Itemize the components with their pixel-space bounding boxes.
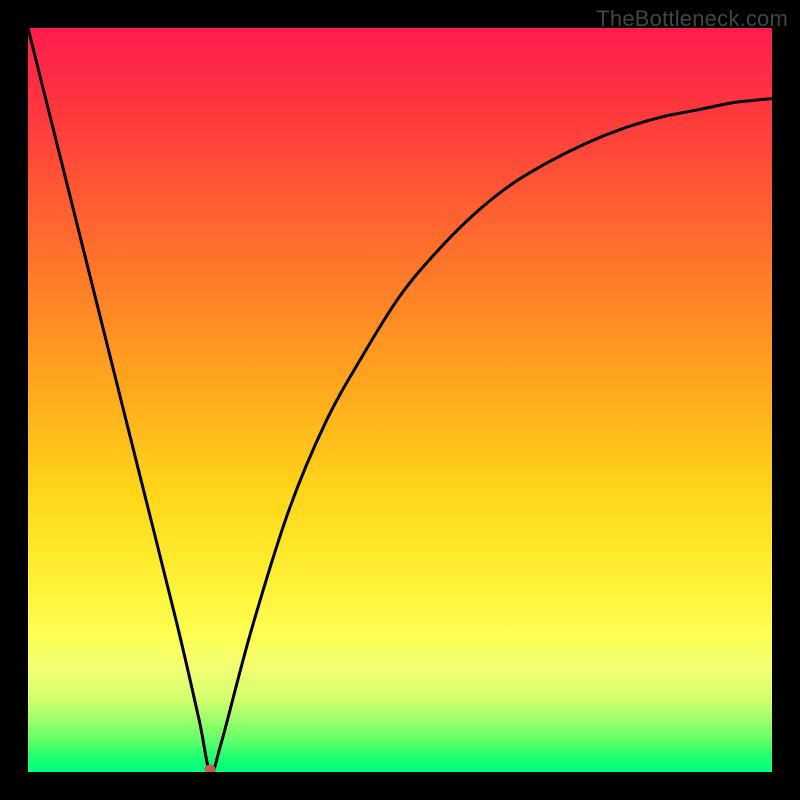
chart-frame: TheBottleneck.com	[0, 0, 800, 800]
plot-area	[28, 28, 772, 772]
bottleneck-curve	[28, 28, 772, 772]
optimal-point-marker	[205, 765, 216, 773]
curve-svg	[28, 28, 772, 772]
watermark-text: TheBottleneck.com	[596, 6, 788, 32]
